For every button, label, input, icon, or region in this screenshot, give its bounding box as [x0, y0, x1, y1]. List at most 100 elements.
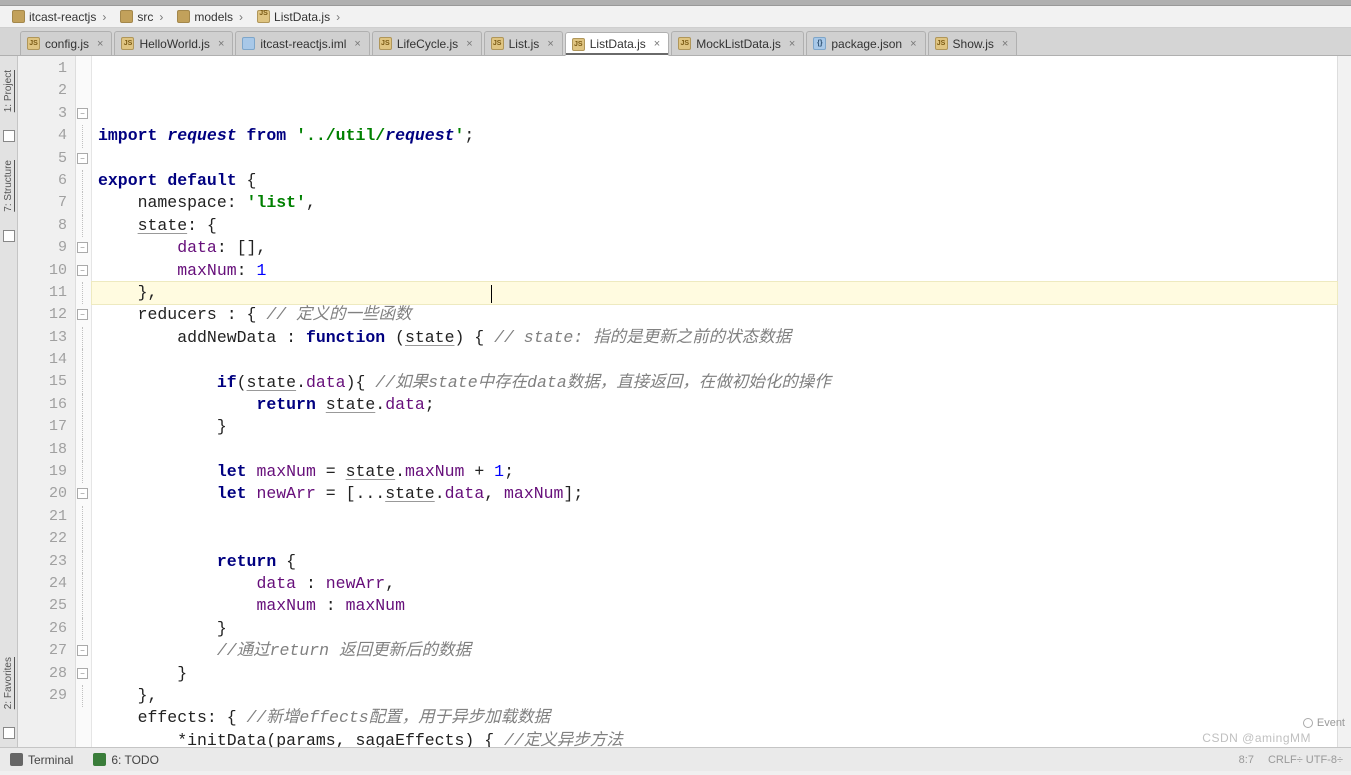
js-file-icon: JS	[572, 38, 585, 51]
tab-iml[interactable]: itcast-reactjs.iml ×	[235, 31, 369, 55]
tab-label: config.js	[45, 37, 89, 51]
js-file-icon: JS	[678, 37, 691, 50]
code-line[interactable]: export default {	[92, 170, 1337, 192]
code-line[interactable]: if(state.data){ //如果state中存在data数据，直接返回，…	[92, 372, 1337, 394]
tab-config[interactable]: JS config.js ×	[20, 31, 112, 55]
js-file-icon: JS	[935, 37, 948, 50]
line-number-gutter: 1234567891011121314151617181920212223242…	[18, 56, 76, 747]
line-number: 25	[18, 595, 71, 617]
crumb-project[interactable]: itcast-reactjs ›	[6, 8, 114, 26]
fold-toggle-icon[interactable]: −	[77, 242, 88, 253]
chevron-right-icon: ›	[102, 10, 106, 24]
code-line[interactable]: data: [],	[92, 237, 1337, 259]
tab-show[interactable]: JS Show.js ×	[928, 31, 1018, 55]
code-line[interactable]: }	[92, 663, 1337, 685]
code-line[interactable]	[92, 148, 1337, 170]
code-line[interactable]: namespace: 'list',	[92, 192, 1337, 214]
code-line[interactable]	[92, 349, 1337, 371]
line-number: 5	[18, 148, 71, 170]
line-number: 4	[18, 125, 71, 147]
crumb-models[interactable]: models ›	[171, 8, 251, 26]
fold-toggle-icon[interactable]: −	[77, 668, 88, 679]
line-number: 2	[18, 80, 71, 102]
code-line[interactable]: maxNum : maxNum	[92, 595, 1337, 617]
line-number: 18	[18, 439, 71, 461]
close-icon[interactable]: ×	[910, 38, 916, 50]
code-line[interactable]: }	[92, 618, 1337, 640]
code-line[interactable]: data : newArr,	[92, 573, 1337, 595]
code-line[interactable]: return state.data;	[92, 394, 1337, 416]
line-number: 26	[18, 618, 71, 640]
code-line[interactable]: let maxNum = state.maxNum + 1;	[92, 461, 1337, 483]
close-icon[interactable]: ×	[654, 38, 660, 50]
code-line[interactable]	[92, 528, 1337, 550]
fold-toggle-icon[interactable]: −	[77, 265, 88, 276]
tab-listdata[interactable]: JS ListData.js ×	[565, 32, 669, 56]
code-line[interactable]: reducers : { // 定义的一些函数	[92, 304, 1337, 326]
favorites-icon	[3, 727, 15, 739]
code-line[interactable]: //通过return 返回更新后的数据	[92, 640, 1337, 662]
code-line[interactable]	[92, 439, 1337, 461]
tab-package[interactable]: {} package.json ×	[806, 31, 925, 55]
fold-toggle-icon[interactable]: −	[77, 108, 88, 119]
code-line[interactable]	[92, 506, 1337, 528]
tab-helloworld[interactable]: JS HelloWorld.js ×	[114, 31, 233, 55]
tab-label: MockListData.js	[696, 37, 781, 51]
fold-toggle-icon[interactable]: −	[77, 645, 88, 656]
error-stripe	[1337, 56, 1351, 747]
close-icon[interactable]: ×	[97, 38, 103, 50]
terminal-icon	[10, 753, 23, 766]
close-icon[interactable]: ×	[218, 38, 224, 50]
tab-mocklistdata[interactable]: JS MockListData.js ×	[671, 31, 804, 55]
chevron-right-icon: ›	[159, 10, 163, 24]
code-line[interactable]: import request from '../util/request';	[92, 125, 1337, 147]
code-line[interactable]: maxNum: 1	[92, 260, 1337, 282]
tab-list[interactable]: JS List.js ×	[484, 31, 563, 55]
code-line[interactable]: let newArr = [...state.data, maxNum];	[92, 483, 1337, 505]
favorites-tool-button[interactable]: 2: Favorites	[3, 653, 14, 713]
line-number: 9	[18, 237, 71, 259]
line-number: 19	[18, 461, 71, 483]
code-line[interactable]: },	[92, 685, 1337, 707]
fold-toggle-icon[interactable]: −	[77, 488, 88, 499]
crumb-label: ListData.js	[274, 10, 330, 24]
project-tool-button[interactable]: 1: Project	[3, 66, 14, 116]
fold-toggle-icon[interactable]: −	[77, 309, 88, 320]
js-file-icon: JS	[379, 37, 392, 50]
line-number: 7	[18, 192, 71, 214]
close-icon[interactable]: ×	[466, 38, 472, 50]
structure-tool-button[interactable]: 7: Structure	[3, 156, 14, 216]
code-line[interactable]: addNewData : function (state) { // state…	[92, 327, 1337, 349]
encoding-status: CRLF÷ UTF-8÷	[1268, 754, 1343, 766]
tab-label: ListData.js	[590, 37, 646, 51]
code-line[interactable]: },	[92, 282, 1337, 304]
iml-file-icon	[242, 37, 255, 50]
close-icon[interactable]: ×	[354, 38, 360, 50]
line-number: 3	[18, 103, 71, 125]
structure-icon	[3, 230, 15, 242]
todo-tool-button[interactable]: 6: TODO	[83, 753, 169, 767]
code-line[interactable]: }	[92, 416, 1337, 438]
fold-gutter: − − − − − − − −	[76, 56, 92, 747]
code-area[interactable]: import request from '../util/request'; e…	[92, 56, 1337, 747]
fold-toggle-icon[interactable]: −	[77, 153, 88, 164]
code-line[interactable]: return {	[92, 551, 1337, 573]
code-line[interactable]: effects: { //新增effects配置，用于异步加载数据	[92, 707, 1337, 729]
tab-label: List.js	[509, 37, 540, 51]
line-number: 6	[18, 170, 71, 192]
tab-lifecycle[interactable]: JS LifeCycle.js ×	[372, 31, 482, 55]
terminal-label: Terminal	[28, 753, 73, 767]
line-number: 27	[18, 640, 71, 662]
close-icon[interactable]: ×	[789, 38, 795, 50]
line-number: 8	[18, 215, 71, 237]
terminal-tool-button[interactable]: Terminal	[0, 753, 83, 767]
tab-label: itcast-reactjs.iml	[260, 37, 346, 51]
crumb-file[interactable]: ListData.js ›	[251, 8, 348, 26]
event-log-button[interactable]: Event	[1303, 717, 1345, 729]
close-icon[interactable]: ×	[1002, 38, 1008, 50]
crumb-src[interactable]: src ›	[114, 8, 171, 26]
editor[interactable]: 1234567891011121314151617181920212223242…	[18, 56, 1351, 747]
line-number: 21	[18, 506, 71, 528]
code-line[interactable]: state: {	[92, 215, 1337, 237]
close-icon[interactable]: ×	[547, 38, 553, 50]
